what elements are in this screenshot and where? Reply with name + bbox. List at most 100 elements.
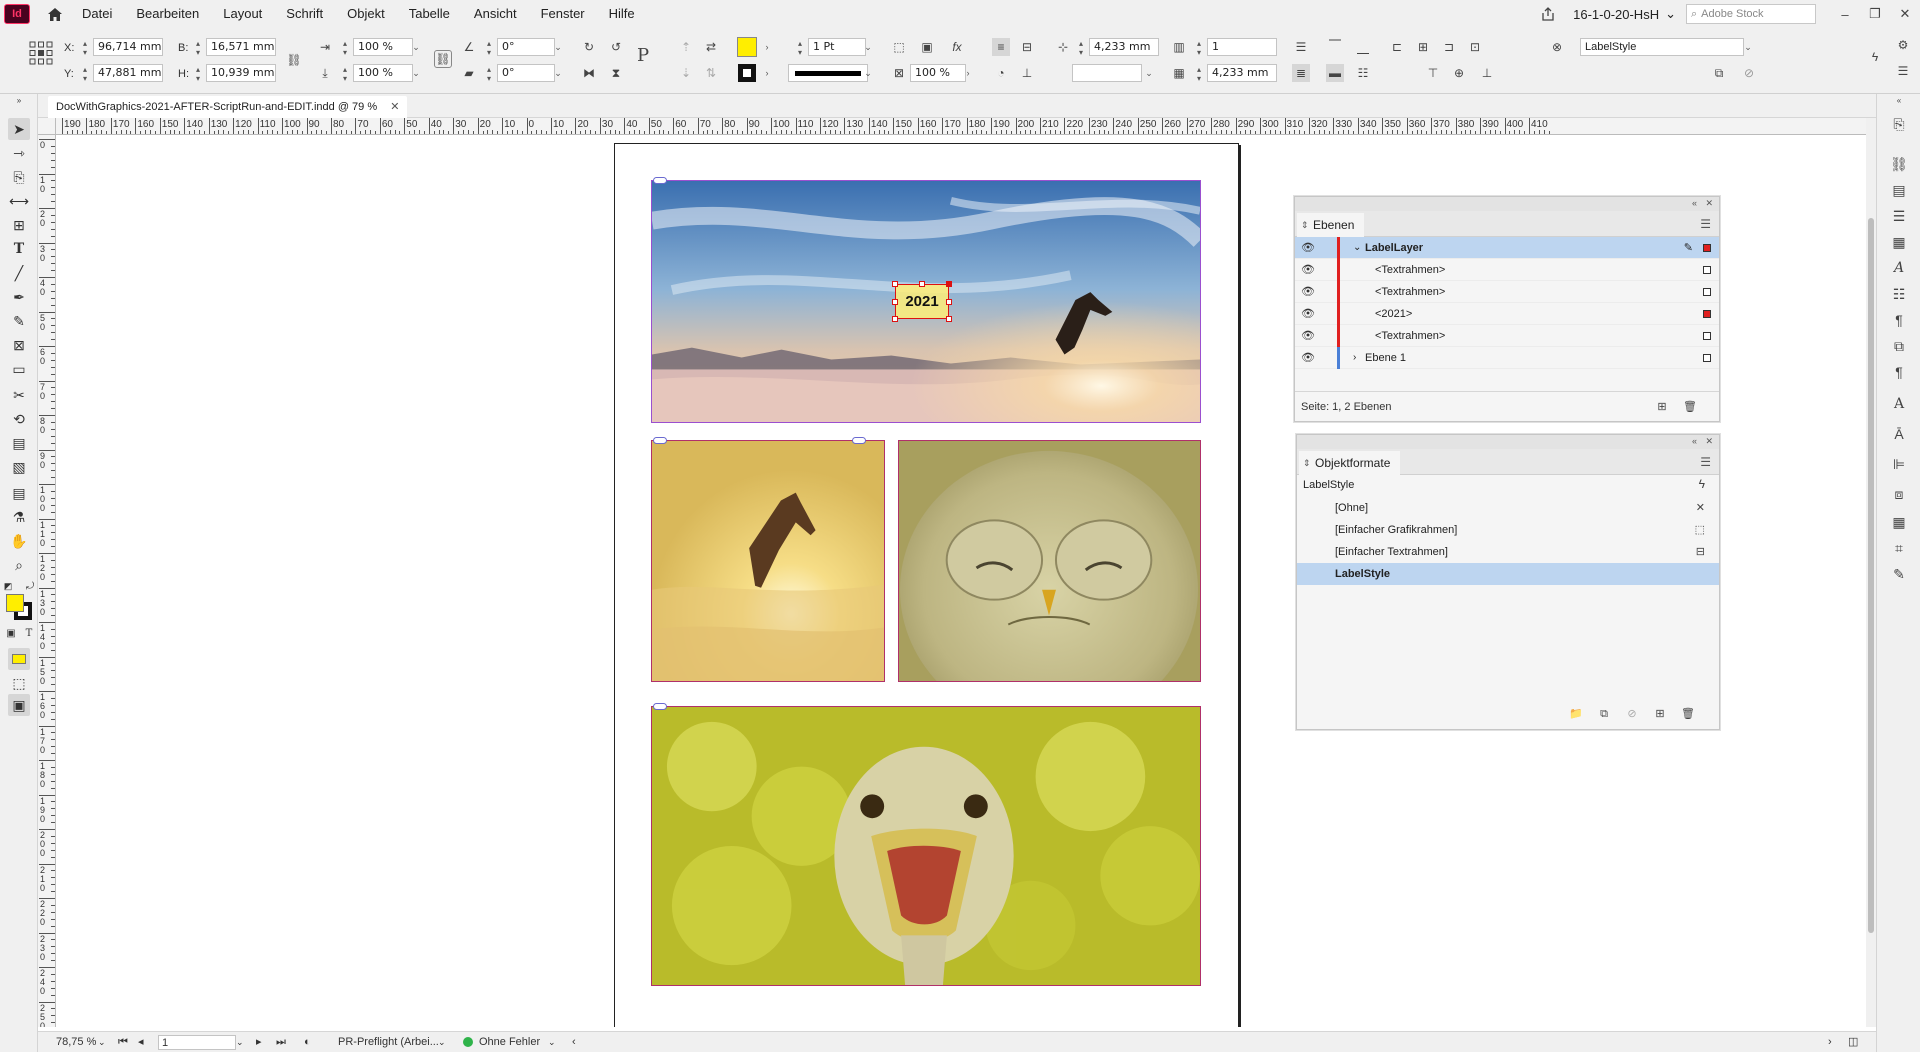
menu-tabelle[interactable]: Tabelle (397, 0, 462, 28)
stroke-weight-stepper[interactable]: ▴ ▾ (795, 39, 805, 57)
page-dropdown-icon[interactable]: ⌄ (236, 1035, 244, 1050)
character-styles-icon[interactable]: A (1889, 258, 1909, 278)
preflight-status[interactable]: Ohne Fehler (479, 1035, 540, 1050)
visibility-eye-icon[interactable]: 👁 (1301, 237, 1315, 259)
table-panel-icon[interactable]: ▦ (1889, 512, 1909, 532)
columns-field[interactable]: 1 (1207, 38, 1277, 56)
pathfinder-panel-icon[interactable]: ⧈ (1889, 484, 1909, 504)
eyedropper-tool-icon[interactable]: ⚗ (8, 506, 30, 528)
last-page-icon[interactable]: ⏭ (276, 1035, 286, 1050)
bullet-list-icon[interactable]: ☰ (1292, 38, 1310, 56)
align-panel-icon[interactable]: ⊫ (1889, 454, 1909, 474)
scale-x-stepper[interactable]: ▴ ▾ (340, 39, 350, 57)
align-top-icon[interactable]: ≣ (1292, 64, 1310, 82)
layers-panel-icon[interactable]: ▤ (1889, 180, 1909, 200)
ruler-origin[interactable] (38, 118, 56, 135)
clear-attributes-icon[interactable]: ⊘ (1740, 64, 1758, 82)
screen-mode-icon[interactable]: ▣ (8, 694, 30, 716)
preflight-status-dropdown-icon[interactable]: ⌄ (548, 1035, 556, 1050)
preflight-profile[interactable]: PR-Preflight (Arbei... (338, 1035, 439, 1050)
vertical-justify-lines-icon[interactable]: ☷ (1354, 64, 1372, 82)
adobe-stock-search[interactable]: ⌕ Adobe Stock (1686, 4, 1816, 24)
close-panel-icon[interactable]: ✕ (1705, 198, 1713, 209)
split-window-icon[interactable]: ◫ (1848, 1035, 1858, 1050)
scroll-right-icon[interactable]: › (1828, 1035, 1832, 1050)
rotate-field[interactable]: 0° (497, 38, 555, 56)
page-tool-icon[interactable]: ⎘ (8, 166, 30, 188)
scale-y-dropdown[interactable]: ⌄ (410, 64, 422, 82)
clear-overrides-icon[interactable]: ⧉ (1710, 64, 1728, 82)
object-styles-tab[interactable]: ⇕ Objektformate (1299, 451, 1401, 475)
selection-tool-icon[interactable]: ➤ (8, 118, 30, 140)
menu-hilfe[interactable]: Hilfe (597, 0, 647, 28)
y-stepper[interactable]: ▴ ▾ (80, 65, 90, 83)
layer-row-textframe[interactable]: 👁 <Textrahmen> (1295, 325, 1719, 347)
gap-tool-icon[interactable]: ⟷ (8, 190, 30, 212)
character-panel-icon[interactable]: ¶ (1889, 362, 1909, 382)
gutter-stepper[interactable]: ▴ ▾ (1194, 65, 1204, 83)
object-styles-panel-menu-icon[interactable]: ☰ (1700, 455, 1711, 469)
glyphs-panel-icon[interactable]: Ā (1889, 424, 1909, 444)
flip-vertical-icon[interactable]: ⧗ (607, 64, 625, 82)
vertical-align-center-icon[interactable]: ▬ (1326, 64, 1344, 82)
visibility-eye-icon[interactable]: 👁 (1301, 303, 1315, 325)
distribute-icon[interactable]: ⇅ (702, 64, 720, 82)
object-style-field[interactable]: LabelStyle (1580, 38, 1744, 56)
select-next-object-icon[interactable]: ⇄ (702, 38, 720, 56)
label-text-frame[interactable]: 2021 (895, 284, 949, 319)
document-tab[interactable]: DocWithGraphics-2021-AFTER-ScriptRun-and… (48, 96, 408, 118)
link-badge-icon[interactable] (653, 437, 667, 444)
object-select-square[interactable] (1703, 310, 1711, 318)
disclosure-open-icon[interactable]: ⌄ (1353, 237, 1361, 259)
style-row-textrahmen[interactable]: [Einfacher Textrahmen] ⊟ (1297, 541, 1719, 563)
text-wrap-panel-icon[interactable]: A (1889, 394, 1909, 414)
gradient-swatch-tool-icon[interactable]: ▤ (8, 432, 30, 454)
layers-panel-menu-icon[interactable]: ☰ (1700, 217, 1711, 231)
corner-options-icon[interactable]: ◔ (992, 64, 1010, 82)
stroke-swatch-dropdown[interactable]: › (761, 64, 773, 82)
pages-panel-icon[interactable]: ⎘ (1889, 114, 1909, 134)
layer-row-2021[interactable]: 👁 <2021> (1295, 303, 1719, 325)
select-prev-icon[interactable]: ⇣ (677, 64, 695, 82)
selection-handle[interactable] (892, 299, 898, 305)
workspace-switcher[interactable]: 16-1-0-20-HsH ⌄ (1563, 6, 1686, 22)
style-row-grafikrahmen[interactable]: [Einfacher Grafikrahmen] ⬚ (1297, 519, 1719, 541)
align-vertical-centers-icon[interactable]: ⊕ (1450, 64, 1468, 82)
align-left-edges-icon[interactable]: ⊏ (1388, 38, 1406, 56)
y-field[interactable]: 47,881 mm (93, 64, 163, 82)
layer-select-square[interactable] (1703, 354, 1711, 362)
width-field[interactable]: 16,571 mm (206, 38, 276, 56)
vertical-align-top-icon[interactable]: ⎺ (1326, 36, 1344, 54)
inset-top-field[interactable]: 4,233 mm (1089, 38, 1159, 56)
layer-row-ebene1[interactable]: 👁 › Ebene 1 (1295, 347, 1719, 369)
fill-swatch[interactable] (737, 37, 757, 57)
paragraph-styles-icon[interactable]: ☷ (1889, 284, 1909, 304)
previous-page-icon[interactable]: ◂ (138, 1035, 144, 1050)
opacity-dropdown[interactable]: › (962, 64, 974, 82)
object-style-dropdown[interactable]: ⌄ (1742, 38, 1754, 56)
folder-icon[interactable]: 📁 (1569, 707, 1583, 721)
new-style-lightning-icon[interactable]: ϟ (1699, 477, 1705, 491)
object-select-square[interactable] (1703, 332, 1711, 340)
preflight-dropdown-icon[interactable]: ⌄ (438, 1035, 446, 1050)
layer-select-square[interactable] (1703, 244, 1711, 252)
document-page[interactable]: 2021 (614, 143, 1239, 1027)
pencil-tool-icon[interactable]: ✎ (8, 310, 30, 332)
note-tool-icon[interactable]: ▤ (8, 482, 30, 504)
text-wrap-dropdown[interactable]: ⌄ (1143, 64, 1155, 82)
align-right-edges-icon[interactable]: ⊐ (1440, 38, 1458, 56)
image-frame-ostrich[interactable] (651, 706, 1201, 986)
drop-shadow-icon[interactable]: ▣ (918, 38, 936, 56)
selection-handle[interactable] (946, 316, 952, 322)
shear-stepper[interactable]: ▴ ▾ (484, 65, 494, 83)
share-icon[interactable] (1533, 0, 1563, 28)
scale-x-dropdown[interactable]: ⌄ (410, 38, 422, 56)
scale-y-field[interactable]: 100 % (353, 64, 413, 82)
new-style-icon[interactable]: ⊞ (1653, 707, 1667, 721)
scissors-tool-icon[interactable]: ✂ (8, 384, 30, 406)
align-left-text-icon[interactable]: ≡ (992, 38, 1010, 56)
layer-row-textframe[interactable]: 👁 <Textrahmen> (1295, 281, 1719, 303)
apply-color-icon[interactable] (8, 648, 30, 670)
data-merge-icon[interactable]: ✎ (1889, 564, 1909, 584)
stroke-swatch[interactable] (738, 64, 756, 82)
